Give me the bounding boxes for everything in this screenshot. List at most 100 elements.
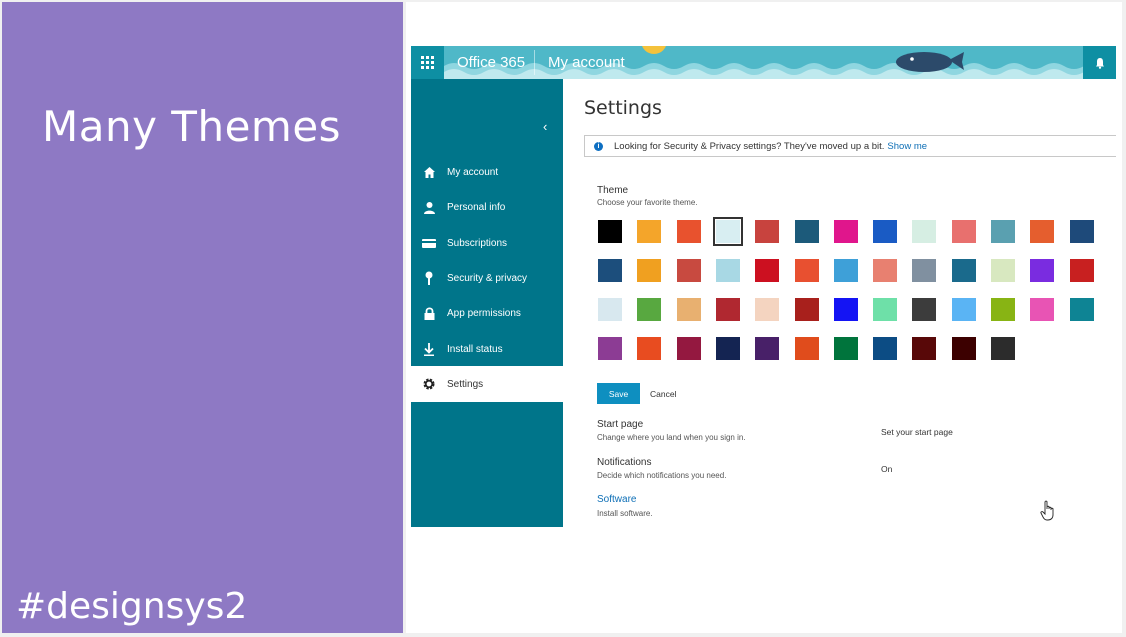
theme-swatch[interactable] — [677, 337, 701, 360]
sidebar-item-security-privacy[interactable]: Security & privacy — [411, 260, 563, 296]
notifications-button[interactable] — [1083, 46, 1116, 79]
theme-swatch[interactable] — [755, 259, 779, 282]
hand-cursor-icon — [1040, 500, 1054, 521]
notifications-description: Decide which notifications you need. — [597, 471, 727, 480]
theme-swatch[interactable] — [713, 217, 743, 246]
theme-swatch[interactable] — [637, 259, 661, 282]
save-button[interactable]: Save — [597, 383, 640, 404]
sidebar-item-settings[interactable]: Settings — [411, 366, 563, 402]
theme-swatch[interactable] — [834, 259, 858, 282]
theme-swatch[interactable] — [755, 298, 779, 321]
theme-swatch[interactable] — [1070, 220, 1094, 243]
topbar-separator — [534, 50, 535, 75]
sidebar-item-label: My account — [447, 166, 499, 178]
sidebar-item-label: Personal info — [447, 201, 506, 213]
theme-swatch[interactable] — [795, 337, 819, 360]
notifications-label: Notifications — [597, 457, 652, 468]
theme-swatch[interactable] — [1070, 259, 1094, 282]
theme-swatch[interactable] — [991, 298, 1015, 321]
brand-title[interactable]: Office 365 — [457, 54, 525, 71]
theme-swatch[interactable] — [1030, 259, 1054, 282]
slide-hashtag: #designsys2 — [16, 586, 248, 627]
theme-swatch[interactable] — [912, 298, 936, 321]
theme-swatch[interactable] — [1030, 298, 1054, 321]
theme-swatch[interactable] — [716, 298, 740, 321]
theme-swatch[interactable] — [716, 337, 740, 360]
gear-icon — [423, 378, 435, 390]
slide-left-panel: Many Themes #designsys2 — [2, 2, 403, 633]
top-bar: Office 365 My account — [411, 46, 1116, 79]
office-settings-window: Office 365 My account ‹ My account Perso… — [411, 46, 1116, 530]
theme-swatch[interactable] — [716, 259, 740, 282]
sidebar-item-app-permissions[interactable]: App permissions — [411, 295, 563, 331]
theme-swatch[interactable] — [598, 337, 622, 360]
theme-banner-art — [444, 52, 1084, 79]
theme-swatch[interactable] — [598, 220, 622, 243]
notifications-value[interactable]: On — [881, 464, 892, 474]
sidebar-item-install-status[interactable]: Install status — [411, 331, 563, 367]
theme-swatch[interactable] — [598, 259, 622, 282]
card-icon — [422, 238, 436, 248]
show-me-link[interactable]: Show me — [887, 141, 927, 152]
theme-swatch[interactable] — [952, 337, 976, 360]
sidebar-item-subscriptions[interactable]: Subscriptions — [411, 225, 563, 261]
theme-swatch[interactable] — [677, 220, 701, 243]
chevron-left-icon[interactable]: ‹ — [543, 119, 547, 134]
theme-swatch[interactable] — [952, 298, 976, 321]
theme-swatch[interactable] — [677, 298, 701, 321]
theme-swatch[interactable] — [637, 220, 661, 243]
theme-swatch[interactable] — [637, 337, 661, 360]
theme-swatch[interactable] — [912, 220, 936, 243]
app-title[interactable]: My account — [548, 54, 625, 71]
theme-swatch[interactable] — [952, 220, 976, 243]
theme-swatch[interactable] — [991, 337, 1015, 360]
theme-swatch[interactable] — [952, 259, 976, 282]
slide-title: Many Themes — [42, 102, 342, 151]
start-page-description: Change where you land when you sign in. — [597, 433, 746, 442]
sidebar-item-label: Security & privacy — [447, 272, 528, 284]
start-page-value[interactable]: Set your start page — [881, 427, 953, 437]
theme-swatch[interactable] — [834, 337, 858, 360]
lock-icon — [424, 306, 434, 320]
sidebar-item-label: App permissions — [447, 307, 521, 319]
theme-swatch[interactable] — [795, 220, 819, 243]
theme-swatch[interactable] — [1030, 220, 1054, 243]
theme-swatch[interactable] — [873, 298, 897, 321]
theme-swatch[interactable] — [834, 298, 858, 321]
theme-swatch[interactable] — [795, 298, 819, 321]
key-icon — [425, 271, 433, 285]
theme-swatch[interactable] — [834, 220, 858, 243]
page-title: Settings — [584, 97, 662, 119]
theme-swatch[interactable] — [873, 259, 897, 282]
sidebar-item-my-account[interactable]: My account — [411, 154, 563, 190]
software-link[interactable]: Software — [597, 494, 636, 505]
theme-swatch[interactable] — [795, 259, 819, 282]
sidebar-item-label: Subscriptions — [447, 237, 508, 249]
person-icon — [423, 201, 435, 214]
theme-swatch[interactable] — [755, 220, 779, 243]
theme-swatch[interactable] — [873, 220, 897, 243]
app-launcher-button[interactable] — [411, 46, 444, 79]
theme-swatch[interactable] — [637, 298, 661, 321]
sidebar-item-label: Settings — [447, 378, 484, 390]
theme-swatch[interactable] — [1070, 298, 1094, 321]
slide: Many Themes #designsys2 Office 365 My ac… — [0, 0, 1126, 637]
info-icon: i — [594, 141, 603, 151]
waffle-icon — [421, 56, 434, 69]
sidebar-item-personal-info[interactable]: Personal info — [411, 189, 563, 225]
download-icon — [424, 342, 434, 356]
bell-icon — [1095, 57, 1104, 69]
theme-swatch[interactable] — [677, 259, 701, 282]
theme-swatch[interactable] — [598, 298, 622, 321]
theme-swatch[interactable] — [912, 337, 936, 360]
theme-swatch[interactable] — [991, 220, 1015, 243]
theme-heading: Theme — [597, 185, 629, 196]
settings-content: Settings i Looking for Security & Privac… — [563, 79, 1116, 530]
cancel-button[interactable]: Cancel — [650, 383, 676, 404]
theme-swatch[interactable] — [873, 337, 897, 360]
theme-swatch[interactable] — [755, 337, 779, 360]
theme-swatch[interactable] — [991, 259, 1015, 282]
home-icon — [423, 166, 435, 178]
theme-swatch[interactable] — [912, 259, 936, 282]
sidebar-item-label: Install status — [447, 343, 503, 355]
